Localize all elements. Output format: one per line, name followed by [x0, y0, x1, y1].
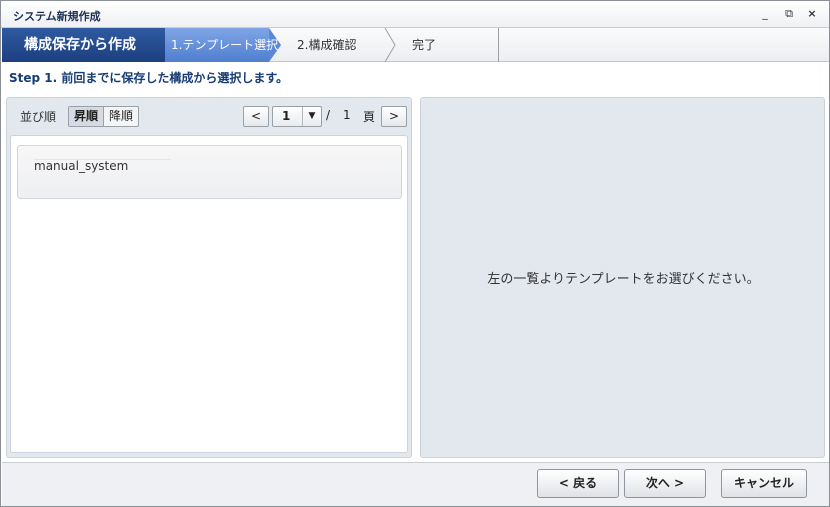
next-button[interactable]: 次へ >	[624, 469, 706, 498]
title-bar: システム新規作成 _ ⧉ ×	[1, 1, 829, 28]
restore-icon[interactable]: ⧉	[782, 7, 796, 21]
sort-descending-button[interactable]: 降順	[104, 107, 138, 126]
template-detail-panel: 左の一覧よりテンプレートをお選びください。	[420, 97, 825, 458]
dialog-window: システム新規作成 _ ⧉ × 構成保存から作成 1.テンプレート選択 2.構成確…	[0, 0, 830, 507]
template-list: manual_system	[10, 135, 408, 453]
chevron-left-icon: <	[250, 109, 262, 123]
back-button[interactable]: < 戻る	[537, 469, 619, 498]
page-separator: /	[326, 108, 331, 122]
wizard-step-label: 完了	[412, 38, 437, 52]
chevron-down-icon[interactable]: ▼	[302, 107, 321, 126]
close-icon[interactable]: ×	[805, 7, 819, 21]
wizard-title: 構成保存から作成	[2, 28, 165, 62]
step-instruction: Step 1. 前回までに保存した構成から選択します。	[9, 71, 289, 85]
sort-order-label: 並び順	[20, 110, 57, 124]
next-page-button[interactable]: >	[381, 106, 407, 127]
current-page-value: 1	[282, 109, 291, 123]
cancel-button[interactable]: キャンセル	[721, 469, 807, 498]
window-title: システム新規作成	[13, 10, 101, 23]
wizard-step-label: 1.テンプレート選択	[171, 38, 279, 52]
select-template-hint: 左の一覧よりテンプレートをお選びください。	[487, 272, 760, 287]
wizard-step-complete: 完了	[392, 28, 499, 62]
page-unit-label: 頁	[363, 110, 376, 124]
template-list-panel: 並び順 昇順 降順 < 1 ▼ / 1 頁 > manual_system	[6, 97, 412, 458]
chevron-right-icon: >	[388, 109, 400, 123]
total-pages: 1	[343, 108, 351, 122]
wizard-step-label: 2.構成確認	[297, 38, 357, 52]
step-divider	[498, 28, 499, 62]
dialog-footer: < 戻る 次へ > キャンセル	[2, 462, 829, 506]
sort-order-toggle: 昇順 降順	[68, 106, 140, 127]
wizard-step-bar: 構成保存から作成 1.テンプレート選択 2.構成確認 完了	[2, 28, 829, 62]
prev-page-button[interactable]: <	[243, 106, 269, 127]
sort-ascending-button[interactable]: 昇順	[69, 107, 105, 126]
list-item[interactable]: manual_system	[17, 145, 402, 199]
wizard-step-confirm: 2.構成確認	[280, 28, 392, 62]
wizard-step-template-select: 1.テンプレート選択	[165, 28, 281, 62]
minimize-icon[interactable]: _	[758, 7, 772, 21]
page-select[interactable]: 1 ▼	[272, 106, 322, 127]
template-name: manual_system	[34, 159, 129, 173]
